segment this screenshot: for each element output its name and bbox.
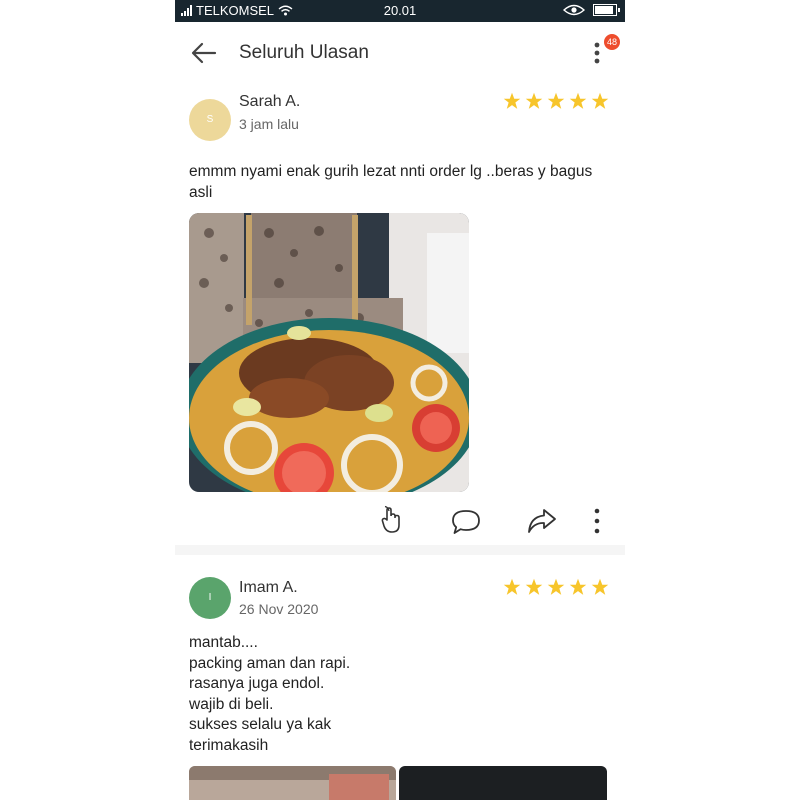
review-time: 3 jam lalu bbox=[239, 116, 299, 132]
star-icon bbox=[503, 92, 521, 109]
food-photo-image bbox=[189, 213, 469, 492]
reviewer-name: Imam A. bbox=[239, 579, 298, 596]
review-photo-thumbnail[interactable] bbox=[399, 766, 607, 800]
review-time: 26 Nov 2020 bbox=[239, 601, 319, 617]
more-vertical-icon[interactable] bbox=[587, 506, 607, 536]
eye-icon bbox=[563, 4, 585, 16]
star-icon bbox=[547, 578, 565, 595]
review-photo[interactable] bbox=[189, 213, 469, 492]
star-icon bbox=[525, 578, 543, 595]
battery-level bbox=[595, 6, 613, 14]
divider bbox=[175, 545, 625, 555]
phone-screen: TELKOMSEL 20.01 Seluruh Ulasan 48 S Sara… bbox=[175, 0, 625, 800]
back-arrow-icon[interactable] bbox=[189, 38, 219, 68]
page-title: Seluruh Ulasan bbox=[239, 42, 369, 63]
reviewer-name: Sarah A. bbox=[239, 93, 301, 110]
battery-icon bbox=[593, 4, 620, 16]
star-icon bbox=[591, 578, 609, 595]
status-bar: TELKOMSEL 20.01 bbox=[175, 0, 625, 22]
review-text: emmm nyami enak gurih lezat nnti order l… bbox=[189, 163, 593, 201]
star-icon bbox=[547, 92, 565, 109]
review-photo-thumbnail[interactable] bbox=[189, 766, 396, 800]
share-icon[interactable] bbox=[526, 507, 558, 535]
like-hand-icon[interactable] bbox=[380, 505, 404, 535]
notification-badge: 48 bbox=[604, 34, 620, 50]
review-text: mantab.... packing aman dan rapi. rasany… bbox=[189, 634, 351, 754]
star-icon bbox=[525, 92, 543, 109]
status-time: 20.01 bbox=[383, 3, 417, 18]
star-icon bbox=[569, 92, 587, 109]
avatar[interactable]: S bbox=[189, 99, 231, 141]
status-right bbox=[563, 4, 620, 16]
star-rating bbox=[503, 578, 609, 596]
star-rating bbox=[503, 92, 609, 110]
star-icon bbox=[569, 578, 587, 595]
app-bar: Seluruh Ulasan 48 bbox=[175, 22, 625, 82]
star-icon bbox=[591, 92, 609, 109]
comment-icon[interactable] bbox=[450, 508, 482, 536]
star-icon bbox=[503, 578, 521, 595]
avatar[interactable]: I bbox=[189, 577, 231, 619]
